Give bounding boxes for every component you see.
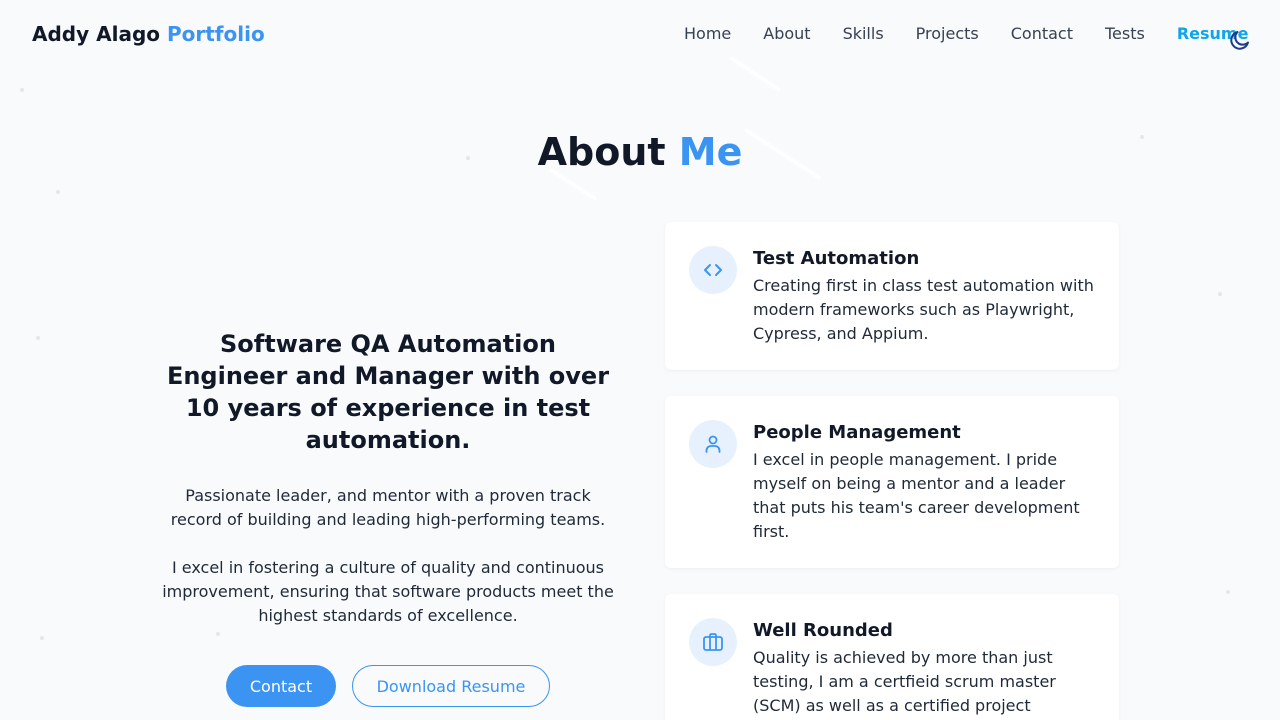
card-title: People Management: [753, 422, 961, 443]
nav-tests[interactable]: Tests: [1105, 24, 1145, 44]
card-text: I excel in people management. I pride my…: [753, 450, 1080, 541]
nav-projects[interactable]: Projects: [916, 24, 979, 44]
main-nav: Home About Skills Projects Contact Tests…: [684, 24, 1248, 44]
card-text: Creating first in class test automation …: [753, 276, 1094, 343]
briefcase-icon: [703, 633, 723, 651]
moon-icon: [1230, 31, 1249, 50]
card-icon-wrapper: [689, 618, 737, 666]
code-icon: [704, 264, 722, 276]
download-resume-button[interactable]: Download Resume: [352, 665, 550, 707]
card-icon-wrapper: [689, 420, 737, 468]
intro-headline: Software QA Automation Engineer and Mana…: [166, 330, 610, 454]
section-title-accent: Me: [678, 130, 743, 174]
nav-contact[interactable]: Contact: [1011, 24, 1073, 44]
card-text: Quality is achieved by more than just te…: [753, 648, 1056, 715]
user-icon: [705, 435, 721, 453]
section-title-main: About: [537, 130, 666, 174]
feature-card-people-management: People Management I excel in people mana…: [665, 396, 1119, 568]
contact-button[interactable]: Contact: [226, 665, 336, 707]
intro-buttons: Contact Download Resume: [226, 665, 550, 707]
feature-card-test-automation: Test Automation Creating first in class …: [665, 222, 1119, 370]
nav-about[interactable]: About: [763, 24, 810, 44]
nav-home[interactable]: Home: [684, 24, 731, 44]
intro-paragraph-2: I excel in fostering a culture of qualit…: [162, 558, 614, 625]
brand-accent: Portfolio: [166, 22, 265, 46]
nav-skills[interactable]: Skills: [843, 24, 884, 44]
brand-logo[interactable]: Addy Alago Portfolio: [32, 22, 265, 46]
card-title: Well Rounded: [753, 620, 893, 641]
feature-card-well-rounded: Well Rounded Quality is achieved by more…: [665, 594, 1119, 720]
theme-toggle-button[interactable]: [1228, 28, 1252, 52]
site-header: Addy Alago Portfolio Home About Skills P…: [0, 0, 1280, 68]
card-icon-wrapper: [689, 246, 737, 294]
intro-paragraph-1: Passionate leader, and mentor with a pro…: [170, 486, 606, 529]
intro-column: Software QA Automation Engineer and Mana…: [158, 328, 618, 628]
card-title: Test Automation: [753, 248, 920, 269]
section-title: About Me: [0, 130, 1280, 174]
brand-name: Addy Alago: [32, 22, 160, 46]
